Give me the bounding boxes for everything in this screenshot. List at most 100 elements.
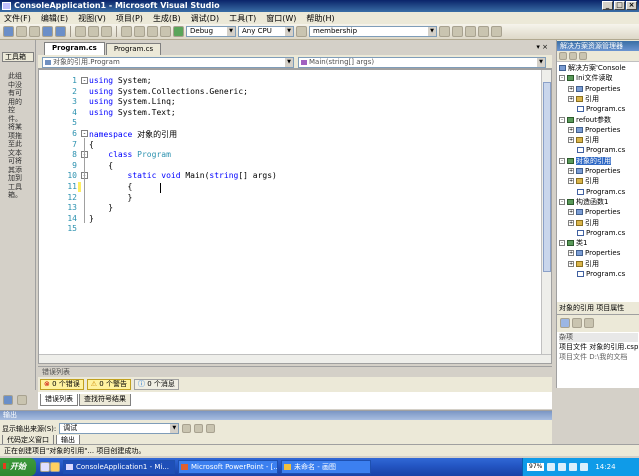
expand-icon[interactable]: + <box>568 126 574 133</box>
output-source-select[interactable]: 调试 ▼ <box>59 423 180 434</box>
solution-tree-item[interactable]: Program.cs <box>577 270 625 279</box>
menu-help[interactable]: 帮助(H) <box>306 13 334 24</box>
navigate-forward-icon[interactable] <box>160 26 171 37</box>
solution-tree-item[interactable]: Program.cs <box>577 146 625 155</box>
properties-icon[interactable] <box>559 52 567 60</box>
code-line[interactable]: using System; <box>89 76 152 85</box>
members-dropdown[interactable]: Main(string[] args) ▼ <box>298 57 546 68</box>
solution-tree-item[interactable]: - refout参数 <box>559 116 611 125</box>
solution-tree-item[interactable]: + Properties <box>568 85 620 94</box>
collapse-icon[interactable]: - <box>559 157 565 164</box>
copy-icon[interactable] <box>88 26 99 37</box>
cut-icon[interactable] <box>75 26 86 37</box>
code-line[interactable]: { <box>89 161 113 170</box>
collapse-icon[interactable]: - <box>559 240 565 247</box>
taskbar-item-paint[interactable]: 未命名 - 画图 <box>281 460 371 474</box>
expand-icon[interactable]: + <box>568 250 574 257</box>
minimize-button[interactable]: _ <box>602 1 613 10</box>
code-line[interactable]: using System.Linq; <box>89 97 176 106</box>
redo-icon[interactable] <box>134 26 145 37</box>
solution-tree-item[interactable]: + Properties <box>568 249 620 258</box>
outline-collapse-icon[interactable]: - <box>81 77 88 84</box>
errors-filter-button[interactable]: ⊗ 0 个错误 <box>40 379 84 390</box>
code-line[interactable]: class Program <box>89 150 171 159</box>
word-wrap-icon[interactable] <box>206 424 216 433</box>
code-line[interactable]: { <box>89 140 94 149</box>
paste-icon[interactable] <box>101 26 112 37</box>
tab-find-symbol-results[interactable]: 查找符号结果 <box>79 394 131 406</box>
code-line[interactable]: } <box>89 214 94 223</box>
save-icon[interactable] <box>42 26 53 37</box>
taskbar-item-visual-studio[interactable]: ConsoleApplication1 - Mi... <box>63 460 175 474</box>
save-all-icon[interactable] <box>55 26 66 37</box>
open-file-icon[interactable] <box>29 26 40 37</box>
menu-build[interactable]: 生成(B) <box>153 13 181 24</box>
menu-tools[interactable]: 工具(T) <box>229 13 256 24</box>
tab-program-cs-active[interactable]: Program.cs <box>44 42 105 55</box>
collapse-icon[interactable]: - <box>559 75 565 82</box>
tab-error-list[interactable]: 错误列表 <box>40 394 78 406</box>
collapse-icon[interactable]: - <box>559 198 565 205</box>
alphabetical-icon[interactable] <box>572 318 582 328</box>
network-icon[interactable] <box>547 463 556 471</box>
solution-tree-item[interactable]: + 引用 <box>568 260 599 269</box>
refresh-icon[interactable] <box>579 52 587 60</box>
expand-icon[interactable]: + <box>568 178 574 185</box>
code-line[interactable]: namespace 对象的引用 <box>89 129 177 140</box>
server-explorer-icon[interactable] <box>3 395 13 405</box>
menu-debug[interactable]: 调试(D) <box>191 13 219 24</box>
find-in-files-icon[interactable] <box>296 26 307 37</box>
expand-icon[interactable]: + <box>568 95 574 102</box>
solution-tree-item[interactable]: Program.cs <box>577 105 625 114</box>
scroll-thumb[interactable] <box>543 82 551 272</box>
solution-configuration-select[interactable]: Debug ▼ <box>186 26 236 37</box>
solution-tree-item[interactable]: + Properties <box>568 126 620 135</box>
code-editor[interactable]: 1 using System; 2 using System.Collections.… <box>38 69 552 364</box>
solution-tree-item[interactable]: + 引用 <box>568 95 599 104</box>
start-debugging-icon[interactable] <box>173 26 184 37</box>
solution-tree-item[interactable]: + 引用 <box>568 219 599 228</box>
solution-tree-item[interactable]: - 类1 <box>559 239 587 248</box>
outline-collapse-icon[interactable]: - <box>81 130 88 137</box>
toolbox-tab[interactable]: 工具箱 <box>2 52 34 62</box>
types-dropdown[interactable]: 对象的引用.Program ▼ <box>42 57 294 68</box>
solution-tree-item[interactable]: + 引用 <box>568 177 599 186</box>
solution-tree-item[interactable]: - Ini文件读取 <box>559 74 612 83</box>
solution-tree-item[interactable]: - 对象的引用 <box>559 156 611 166</box>
editor-horizontal-scrollbar[interactable] <box>39 354 551 363</box>
property-row[interactable]: 项目文件 对象的引用.csproj <box>559 343 639 352</box>
menu-project[interactable]: 项目(P) <box>116 13 143 24</box>
add-item-icon[interactable] <box>16 26 27 37</box>
properties-icon[interactable] <box>452 26 463 37</box>
clear-all-icon[interactable] <box>194 424 204 433</box>
show-all-files-icon[interactable] <box>569 52 577 60</box>
editor-vertical-scrollbar[interactable] <box>541 70 551 363</box>
menu-view[interactable]: 视图(V) <box>78 13 106 24</box>
solution-tree-item[interactable]: - 构造函数1 <box>559 198 608 207</box>
code-line[interactable]: } <box>89 193 133 202</box>
undo-icon[interactable] <box>121 26 132 37</box>
tab-program-cs[interactable]: Program.cs <box>105 43 162 55</box>
menu-edit[interactable]: 编辑(E) <box>41 13 68 24</box>
new-project-icon[interactable] <box>3 26 14 37</box>
quick-launch-ie-icon[interactable] <box>50 462 60 472</box>
menu-window[interactable]: 窗口(W) <box>266 13 296 24</box>
solution-platform-select[interactable]: Any CPU ▼ <box>238 26 294 37</box>
code-line[interactable]: using System.Text; <box>89 108 176 117</box>
expand-icon[interactable]: + <box>568 260 574 267</box>
solution-tree-item[interactable]: Program.cs <box>577 229 625 238</box>
messages-filter-button[interactable]: ⓘ 0 个消息 <box>133 379 179 390</box>
categorized-icon[interactable] <box>560 318 570 328</box>
toolbox-icon[interactable] <box>478 26 489 37</box>
taskbar-item-powerpoint[interactable]: Microsoft PowerPoint - [... <box>178 460 278 474</box>
property-row[interactable]: 项目文件 D:\我的文档 <box>559 353 627 362</box>
solution-explorer-icon[interactable] <box>439 26 450 37</box>
solution-tree-item[interactable]: Program.cs <box>577 188 625 197</box>
find-message-icon[interactable] <box>182 424 192 433</box>
expand-icon[interactable]: + <box>568 168 574 174</box>
code-line[interactable]: } <box>89 203 113 212</box>
solution-tree-item[interactable]: 解决方案'Console <box>559 64 626 73</box>
code-line[interactable]: { <box>89 182 133 191</box>
expand-icon[interactable]: + <box>568 209 574 216</box>
tab-close-controls[interactable]: ▾ × <box>536 43 548 51</box>
